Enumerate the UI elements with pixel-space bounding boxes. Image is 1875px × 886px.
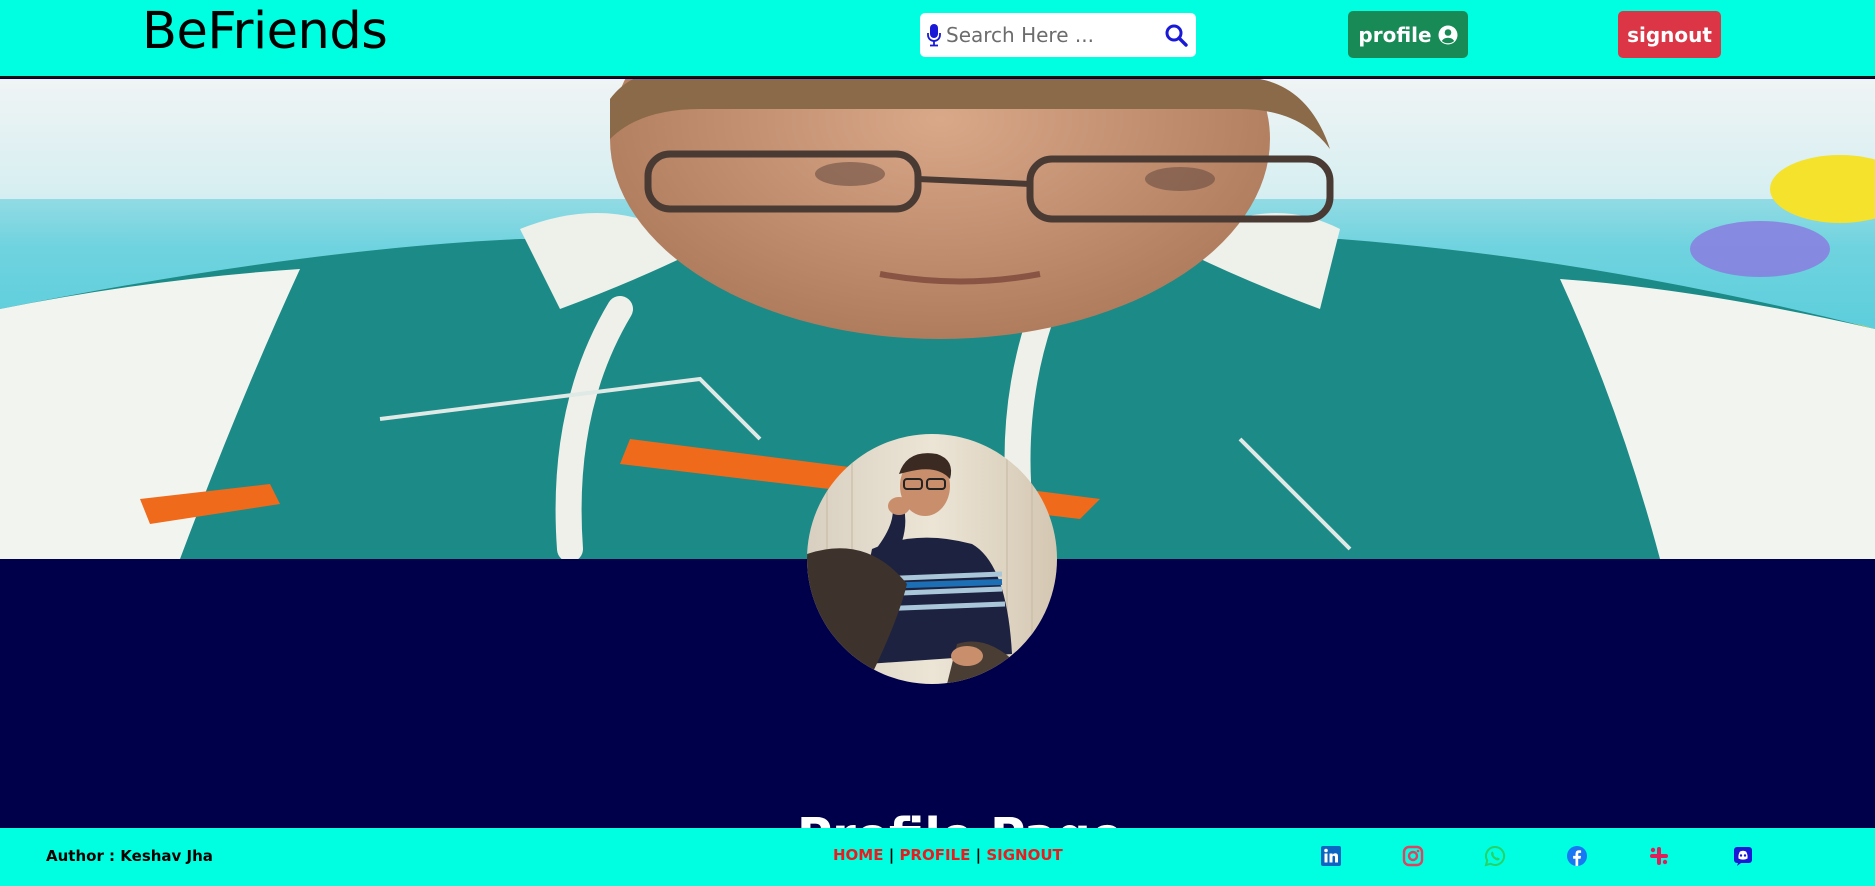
footer-link-signout[interactable]: SIGNOUT [986, 846, 1062, 864]
discord-icon[interactable] [1732, 845, 1754, 867]
whatsapp-icon[interactable] [1484, 845, 1506, 867]
microphone-icon[interactable] [926, 23, 942, 47]
search-icon[interactable] [1164, 23, 1188, 47]
profile-button-label: profile [1358, 22, 1432, 47]
instagram-icon[interactable] [1402, 845, 1424, 867]
profile-avatar[interactable] [807, 434, 1057, 684]
author-credit: Author : Keshav Jha [46, 847, 213, 865]
footer-link-home[interactable]: HOME [833, 846, 883, 864]
linkedin-icon[interactable] [1320, 845, 1342, 867]
signout-button[interactable]: signout [1618, 11, 1721, 58]
footer: Author : Keshav Jha HOME | PROFILE | SIG… [0, 828, 1875, 886]
footer-nav: HOME | PROFILE | SIGNOUT [833, 846, 1063, 864]
brand-logo[interactable]: BeFriends [142, 0, 388, 64]
footer-separator: | [888, 846, 895, 864]
profile-button[interactable]: profile [1348, 11, 1468, 58]
search-bar [920, 13, 1196, 57]
top-navbar: BeFriends profile signout [0, 0, 1875, 78]
slack-icon[interactable] [1648, 845, 1670, 867]
footer-link-profile[interactable]: PROFILE [899, 846, 970, 864]
user-circle-icon [1438, 25, 1458, 44]
footer-separator: | [975, 846, 982, 864]
search-input[interactable] [946, 23, 1164, 47]
facebook-icon[interactable] [1566, 845, 1588, 867]
